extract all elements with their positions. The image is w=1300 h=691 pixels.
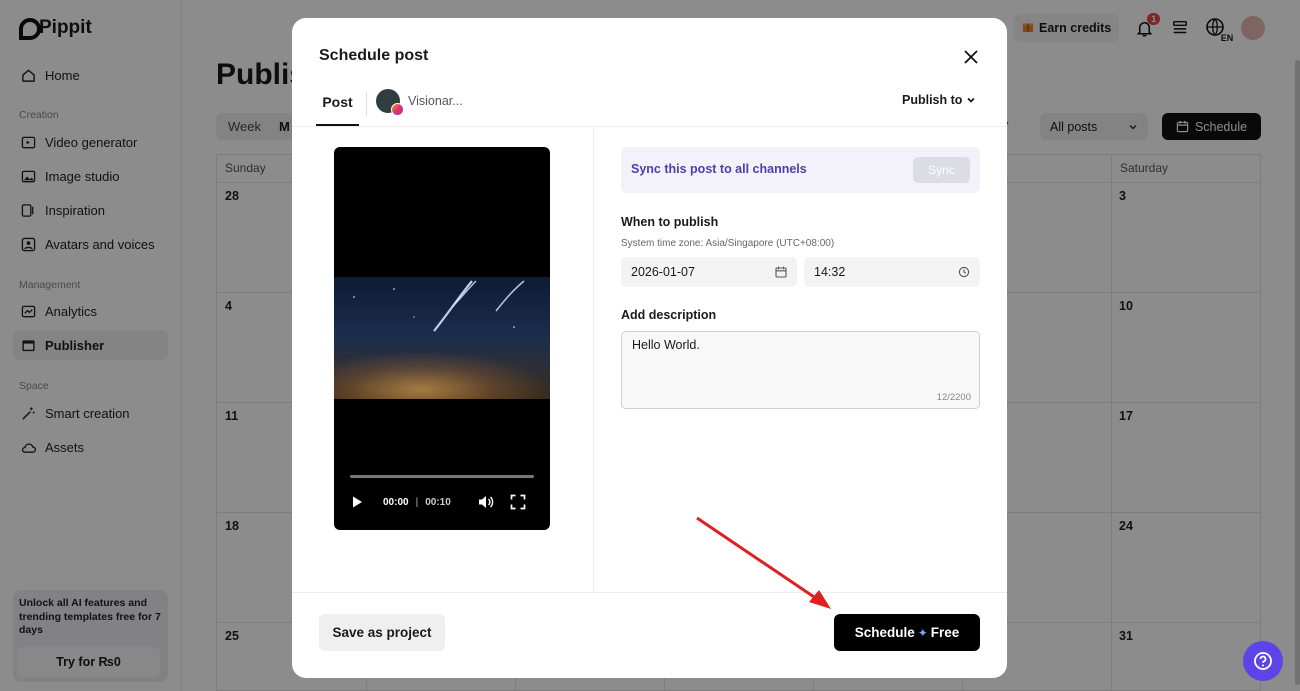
timezone-text: System time zone: Asia/Singapore (UTC+08… — [621, 238, 835, 249]
schedule-free-button[interactable]: Schedule ✦ Free — [834, 614, 980, 651]
fullscreen-icon[interactable] — [510, 494, 526, 510]
when-to-publish-label: When to publish — [621, 215, 719, 229]
close-icon — [964, 50, 978, 64]
video-controls: 00:00 | 00:10 — [350, 491, 536, 513]
tab-divider — [366, 92, 367, 116]
time-picker[interactable]: 14:32 — [804, 257, 980, 287]
sparkle-icon: ✦ — [917, 625, 928, 640]
volume-icon[interactable] — [477, 494, 495, 510]
account-name: Visionar... — [408, 94, 463, 108]
publish-to-dropdown[interactable]: Publish to — [902, 93, 976, 107]
character-counter: 12/2200 — [936, 392, 971, 403]
save-as-project-button[interactable]: Save as project — [319, 614, 445, 651]
free-label: Free — [930, 625, 960, 640]
calendar-icon — [775, 266, 787, 278]
sync-panel: Sync this post to all channels Sync — [621, 147, 980, 193]
chevron-down-icon — [967, 97, 975, 103]
video-progress-bar[interactable] — [350, 475, 534, 478]
video-preview[interactable]: 00:00 | 00:10 — [334, 147, 550, 530]
dialog-title: Schedule post — [319, 47, 429, 64]
sync-text: Sync this post to all channels — [631, 162, 807, 176]
description-text: Hello World. — [632, 338, 700, 352]
date-value: 2026-01-07 — [631, 265, 695, 279]
time-separator: | — [415, 496, 419, 508]
tab-post[interactable]: Post — [316, 88, 359, 126]
date-picker[interactable]: 2026-01-07 — [621, 257, 797, 287]
clock-icon — [958, 266, 970, 278]
time-value: 14:32 — [814, 265, 846, 279]
video-duration: 00:10 — [425, 496, 451, 508]
footer-divider — [292, 592, 1007, 593]
account-avatar — [376, 89, 404, 116]
close-button[interactable] — [962, 48, 980, 66]
schedule-label: Schedule — [854, 625, 915, 640]
help-icon — [1254, 652, 1272, 670]
schedule-post-dialog: Schedule post Post Visionar... Publish t… — [292, 18, 1007, 678]
add-description-label: Add description — [621, 308, 717, 322]
publish-to-label: Publish to — [902, 93, 963, 107]
video-current-time: 00:00 — [383, 496, 409, 508]
city-lights — [334, 351, 550, 399]
divider — [593, 126, 594, 592]
description-textarea[interactable]: Hello World. 12/2200 — [621, 331, 980, 409]
video-frame — [334, 277, 550, 399]
sync-button[interactable]: Sync — [913, 157, 970, 183]
play-icon[interactable] — [350, 495, 364, 509]
help-button[interactable] — [1243, 641, 1283, 681]
account-tab[interactable]: Visionar... — [376, 89, 463, 116]
divider — [292, 126, 1007, 127]
